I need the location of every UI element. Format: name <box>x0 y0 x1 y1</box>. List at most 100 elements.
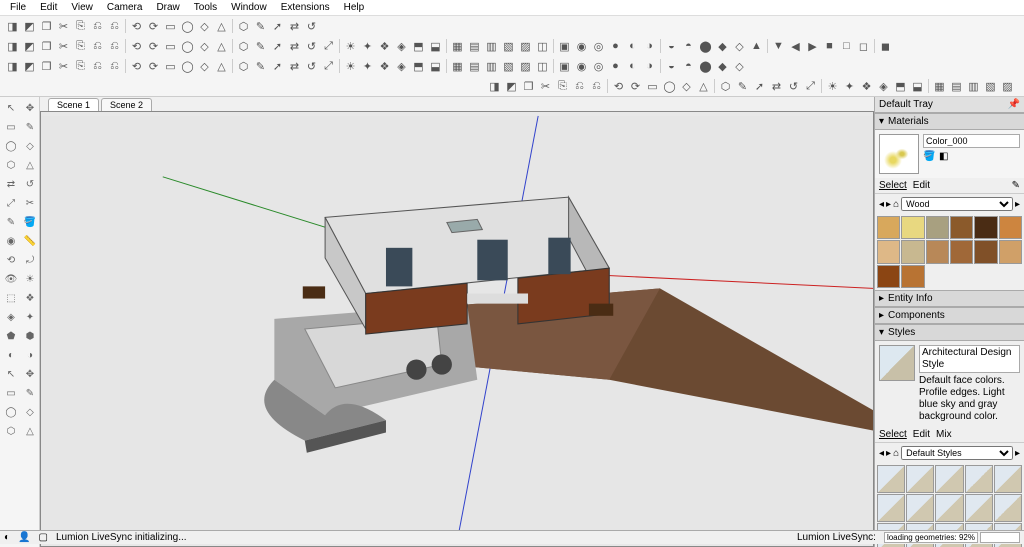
toolbar-icon[interactable]: ▣ <box>556 38 573 54</box>
menu-view[interactable]: View <box>65 1 99 14</box>
toolbar-icon[interactable]: ▭ <box>162 38 179 54</box>
toolbar-icon[interactable]: ◫ <box>534 58 551 74</box>
toolbar-icon[interactable]: ◓ <box>680 38 697 54</box>
left-tool-icon[interactable]: ✎ <box>2 213 20 231</box>
toolbar-icon[interactable]: ◎ <box>590 58 607 74</box>
toolbar-icon[interactable]: ⎘ <box>72 18 89 34</box>
toolbar-icon[interactable]: ▧ <box>500 38 517 54</box>
toolbar-icon[interactable]: ⎌ <box>106 38 123 54</box>
toolbar-icon[interactable]: ▤ <box>466 38 483 54</box>
left-tool-icon[interactable]: ✥ <box>21 99 39 117</box>
scene-tab-1[interactable]: Scene 1 <box>48 98 99 111</box>
style-thumb[interactable] <box>965 465 993 493</box>
material-swatch[interactable] <box>950 240 973 263</box>
toolbar-icon[interactable]: ◒ <box>663 38 680 54</box>
left-tool-icon[interactable]: ◯ <box>2 137 20 155</box>
toolbar-icon[interactable]: ✂ <box>55 18 72 34</box>
styles-tab-edit[interactable]: Edit <box>913 429 930 440</box>
toolbar-icon[interactable]: ↺ <box>303 58 320 74</box>
toolbar-icon[interactable]: □ <box>838 38 855 54</box>
toolbar-icon[interactable]: ⇄ <box>768 78 785 94</box>
toolbar-icon[interactable]: △ <box>213 58 230 74</box>
toolbar-icon[interactable]: ▲ <box>748 38 765 54</box>
toolbar-icon[interactable]: ➚ <box>269 58 286 74</box>
left-tool-icon[interactable]: ⬡ <box>2 422 20 440</box>
toolbar-icon[interactable]: ✂ <box>55 38 72 54</box>
toolbar-icon[interactable]: ⬡ <box>235 18 252 34</box>
eyedropper-icon[interactable]: ✎ <box>1012 180 1020 191</box>
left-tool-icon[interactable]: ◈ <box>2 308 20 326</box>
toolbar-icon[interactable]: ▼ <box>770 38 787 54</box>
materials-tab-select[interactable]: Select <box>879 180 907 191</box>
toolbar-icon[interactable]: ⤢ <box>802 78 819 94</box>
styles-tab-mix[interactable]: Mix <box>936 429 952 440</box>
toolbar-icon[interactable]: ▥ <box>965 78 982 94</box>
left-tool-icon[interactable]: △ <box>21 422 39 440</box>
toolbar-icon[interactable]: ⇄ <box>286 18 303 34</box>
toolbar-icon[interactable]: ◇ <box>196 18 213 34</box>
menu-help[interactable]: Help <box>338 1 371 14</box>
toolbar-icon[interactable]: ❐ <box>520 78 537 94</box>
menu-camera[interactable]: Camera <box>101 1 149 14</box>
toolbar-icon[interactable]: ❖ <box>858 78 875 94</box>
toolbar-icon[interactable]: ● <box>607 38 624 54</box>
left-tool-icon[interactable]: ◯ <box>2 403 20 421</box>
toolbar-icon[interactable]: ◼ <box>877 38 894 54</box>
toolbar-icon[interactable]: ▧ <box>982 78 999 94</box>
toolbar-icon[interactable]: ◨ <box>4 18 21 34</box>
toolbar-icon[interactable]: ▤ <box>466 58 483 74</box>
left-tool-icon[interactable]: ▭ <box>2 118 20 136</box>
toolbar-icon[interactable]: ✂ <box>55 58 72 74</box>
material-swatch[interactable] <box>974 240 997 263</box>
material-name-input[interactable] <box>923 134 1020 148</box>
toolbar-icon[interactable]: ◇ <box>731 58 748 74</box>
entity-info-header[interactable]: ▸ Entity Info <box>875 290 1024 307</box>
toolbar-icon[interactable]: ◎ <box>590 38 607 54</box>
menu-file[interactable]: File <box>4 1 32 14</box>
toolbar-icon[interactable]: ▥ <box>483 58 500 74</box>
home-icon[interactable]: ⌂ <box>893 448 899 459</box>
left-tool-icon[interactable]: 👁 <box>2 270 20 288</box>
toolbar-icon[interactable]: ◇ <box>731 38 748 54</box>
material-swatch[interactable] <box>926 216 949 239</box>
viewport-3d[interactable] <box>40 111 874 547</box>
style-thumb[interactable] <box>877 494 905 522</box>
toolbar-icon[interactable]: ➚ <box>269 38 286 54</box>
toolbar-icon[interactable]: ⎘ <box>72 58 89 74</box>
toolbar-icon[interactable]: ◆ <box>714 58 731 74</box>
left-tool-icon[interactable]: ↖ <box>2 365 20 383</box>
left-tool-icon[interactable]: ◇ <box>21 137 39 155</box>
style-name-input[interactable]: Architectural Design Style <box>919 345 1020 373</box>
toolbar-icon[interactable]: ▭ <box>162 18 179 34</box>
toolbar-icon[interactable]: ➚ <box>269 18 286 34</box>
toolbar-icon[interactable]: ◫ <box>534 38 551 54</box>
toolbar-icon[interactable]: ⬡ <box>717 78 734 94</box>
styles-tab-select[interactable]: Select <box>879 429 907 440</box>
material-swatch[interactable] <box>950 216 973 239</box>
toolbar-icon[interactable]: ◨ <box>4 38 21 54</box>
status-icon-3[interactable]: ▢ <box>39 532 48 543</box>
toolbar-icon[interactable]: ◇ <box>678 78 695 94</box>
toolbar-icon[interactable]: ✦ <box>359 38 376 54</box>
toolbar-icon[interactable]: ⎘ <box>72 38 89 54</box>
toolbar-icon[interactable]: ⬓ <box>909 78 926 94</box>
toolbar-icon[interactable]: ⤢ <box>320 38 337 54</box>
left-tool-icon[interactable]: ◐ <box>2 346 20 364</box>
toolbar-icon[interactable]: ◩ <box>21 58 38 74</box>
toolbar-icon[interactable]: ◇ <box>196 58 213 74</box>
toolbar-icon[interactable]: ◩ <box>21 18 38 34</box>
materials-tab-edit[interactable]: Edit <box>913 180 930 191</box>
toolbar-icon[interactable]: ◯ <box>661 78 678 94</box>
toolbar-icon[interactable]: ▦ <box>449 38 466 54</box>
style-preview-thumb[interactable] <box>879 345 915 381</box>
toolbar-icon[interactable]: ▥ <box>483 38 500 54</box>
toolbar-icon[interactable]: ✂ <box>537 78 554 94</box>
style-thumb[interactable] <box>906 494 934 522</box>
material-swatch[interactable] <box>999 216 1022 239</box>
toolbar-icon[interactable]: ◩ <box>21 38 38 54</box>
menu-draw[interactable]: Draw <box>150 1 185 14</box>
paint-bucket-icon[interactable]: 🪣 <box>923 151 937 165</box>
toolbar-icon[interactable]: ◑ <box>641 58 658 74</box>
styles-header[interactable]: ▾ Styles <box>875 324 1024 341</box>
left-tool-icon[interactable]: ⬟ <box>2 327 20 345</box>
